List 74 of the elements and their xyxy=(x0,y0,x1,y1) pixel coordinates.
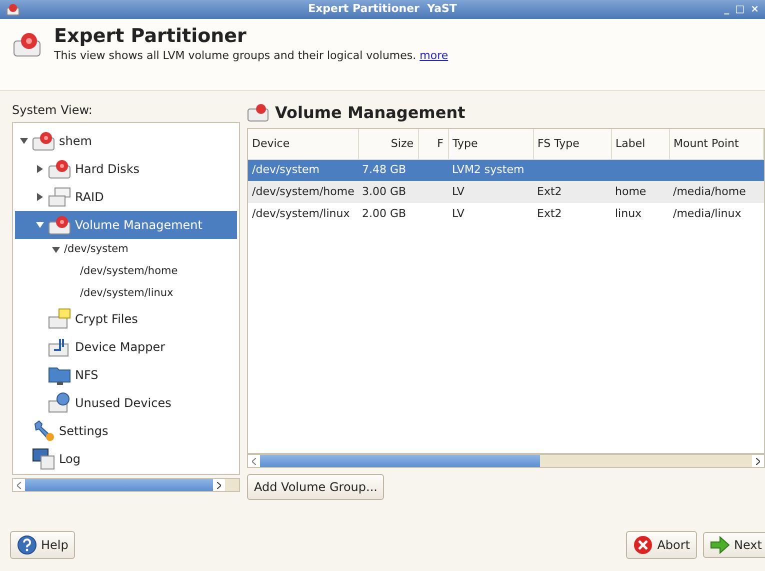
scrollbar[interactable] xyxy=(247,454,765,468)
tree-item[interactable]: Device Mapper xyxy=(15,333,237,361)
table-row[interactable]: /dev/system/home 3.00 GB LV Ext2 home /media/home xyxy=(248,181,764,203)
tree-item[interactable]: /dev/system/linux xyxy=(15,283,237,305)
table-cell: /dev/system/home xyxy=(252,184,354,198)
tree-item[interactable]: Volume Management xyxy=(15,211,237,239)
tree-item[interactable]: RAID xyxy=(15,183,237,211)
table-cell: LV xyxy=(452,184,464,198)
column-header[interactable]: FS Type xyxy=(533,129,611,159)
column-header[interactable]: F xyxy=(418,129,448,159)
tree-label: System View: xyxy=(12,102,94,119)
table-cell: LV xyxy=(452,206,464,220)
add-volume-group-button[interactable]: Add Volume Group... xyxy=(247,474,384,500)
scrollbar[interactable] xyxy=(12,478,240,492)
arrow-icon xyxy=(710,536,730,554)
page-title: Expert Partitioner xyxy=(54,25,248,48)
minimize-button[interactable]: _ xyxy=(724,2,730,17)
table-row[interactable]: /dev/system/linux 2.00 GB LV Ext2 linux /media/linux xyxy=(248,203,764,225)
column-header[interactable]: Label xyxy=(611,129,669,159)
disk-icon xyxy=(12,31,42,59)
tree-item[interactable]: /dev/system/home xyxy=(15,261,237,283)
more-link[interactable]: more xyxy=(420,48,448,62)
scroll-left-icon[interactable] xyxy=(17,482,21,488)
disk-icon xyxy=(247,103,269,123)
abort-button[interactable]: Abort xyxy=(626,531,698,559)
table-row[interactable]: /dev/system 7.48 GB LVM2 system xyxy=(248,159,764,181)
wrench-icon xyxy=(32,420,56,442)
tree-item[interactable]: /dev/system xyxy=(15,239,237,261)
column-header[interactable]: Type xyxy=(448,129,533,159)
table-cell: LVM2 system xyxy=(452,163,524,176)
tree-item[interactable]: shem xyxy=(15,127,237,155)
scroll-right-icon[interactable] xyxy=(756,458,760,464)
app-icon xyxy=(6,3,20,16)
table-cell: Ext2 xyxy=(537,206,562,220)
drive-icon xyxy=(48,392,72,414)
crypt-drive-icon xyxy=(48,308,72,330)
tree-item[interactable]: Settings xyxy=(15,417,237,445)
column-header[interactable]: Mount Point xyxy=(669,129,764,159)
table-cell: 2.00 GB xyxy=(362,206,406,220)
tree-item[interactable]: Hard Disks xyxy=(15,155,237,183)
column-header[interactable]: Device xyxy=(248,129,358,159)
table-cell: linux xyxy=(615,206,642,220)
table-cell: /dev/system xyxy=(252,163,320,176)
collapsed-arrow-icon[interactable] xyxy=(37,165,43,173)
table-cell: /media/linux xyxy=(673,206,742,220)
tree-item[interactable]: Crypt Files xyxy=(15,305,237,333)
table-cell: /media/home xyxy=(673,184,746,198)
help-button[interactable]: Help xyxy=(10,531,76,559)
table-cell: home xyxy=(615,184,646,198)
table-cell: Ext2 xyxy=(537,184,562,198)
tree-item[interactable]: NFS xyxy=(15,361,237,389)
disk-icon xyxy=(48,158,72,180)
expanded-arrow-icon[interactable] xyxy=(52,247,60,253)
table-cell: 3.00 GB xyxy=(362,184,406,198)
computer-icon xyxy=(32,448,56,470)
stacked-disks-icon xyxy=(48,186,72,208)
column-header[interactable]: Size xyxy=(358,129,418,159)
disk-icon xyxy=(48,214,72,236)
disk-icon xyxy=(32,130,56,152)
tree-item[interactable]: Unused Devices xyxy=(15,389,237,417)
expanded-arrow-icon[interactable] xyxy=(20,138,28,144)
next-button[interactable]: Next xyxy=(703,532,765,558)
description-text: This view shows all LVM volume groups and their logical volumes. more xyxy=(54,48,448,64)
scroll-left-icon[interactable] xyxy=(252,458,256,464)
table-cell: /dev/system/linux xyxy=(252,206,350,220)
help-icon xyxy=(17,535,37,555)
tree-item[interactable]: Log xyxy=(15,445,237,473)
scroll-right-icon[interactable] xyxy=(217,482,221,488)
expanded-arrow-icon[interactable] xyxy=(36,222,44,228)
window-title: Expert Partitioner YaST xyxy=(308,1,457,18)
section-title: Volume Management xyxy=(275,102,466,124)
abort-icon xyxy=(633,535,654,555)
table-cell: 7.48 GB xyxy=(362,163,406,176)
collapsed-arrow-icon[interactable] xyxy=(37,193,43,201)
